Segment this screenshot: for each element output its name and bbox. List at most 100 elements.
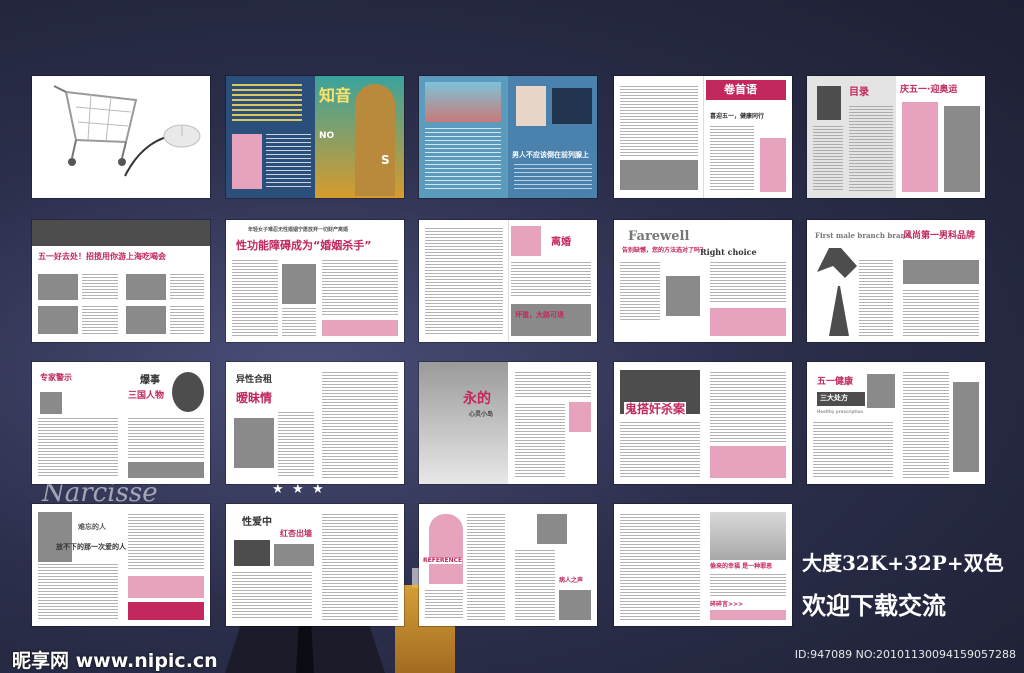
soul-island-subtitle: 心灵小岛 — [469, 411, 494, 418]
section-tab: 卷首语 — [724, 83, 757, 96]
shared-rent-title: 异性合租 — [236, 375, 273, 385]
text-block — [425, 228, 503, 336]
text-block — [710, 574, 786, 598]
photo-block — [903, 260, 979, 284]
page-right: 知音 NO S — [315, 76, 404, 198]
thumb-marriage-killer[interactable]: 年轻女子难忍无性婚姻宁愿放弃一切财产离婚 性功能障碍成为“婚姻杀手” — [226, 220, 404, 342]
contents-title: 目录 — [849, 87, 869, 98]
building-photo — [425, 82, 501, 122]
woman-photo — [760, 138, 786, 192]
photo-strip — [128, 462, 204, 478]
thumb-farewell[interactable]: Farewell 告别缺憾，您的方法选对了吗？ Right choice — [614, 220, 792, 342]
pink-banner — [128, 576, 204, 598]
text-block — [710, 372, 786, 442]
photo-block — [126, 306, 166, 334]
reference-title: REFERENCE — [423, 557, 463, 564]
pink-banner — [128, 602, 204, 620]
site-logo: 昵享网 www.nipic.cn — [12, 650, 218, 672]
magazine-side-letter: S — [381, 153, 390, 167]
couple-photo — [234, 418, 274, 468]
thumb-stolen-happiness[interactable]: 偷来的幸福 是一种罪恶 碎碎言>>> — [614, 504, 792, 626]
sea-photo — [511, 304, 591, 336]
thumb-contents[interactable]: 目录 庆五一·迎奥运 — [807, 76, 985, 198]
woman-photo — [38, 512, 72, 562]
magazine-issue: NO — [319, 131, 335, 141]
page-right: 庆五一·迎奥运 — [896, 76, 985, 198]
download-caption: 欢迎下载交流 — [802, 591, 946, 620]
thumb-cover-magazine[interactable]: 知音 NO S — [226, 76, 404, 198]
cloud-photo — [419, 362, 508, 484]
text-block — [232, 572, 312, 620]
text-block — [849, 106, 893, 192]
thumb-divorce[interactable]: 离婚 坏蛋，大路可退 — [419, 220, 597, 342]
text-block — [170, 306, 204, 334]
text-block — [903, 372, 949, 478]
three-kingdoms-title: 三国人物 — [128, 391, 165, 401]
text-block — [903, 290, 979, 336]
text-block — [278, 412, 314, 478]
scandal-tag: 爆事 — [140, 375, 160, 386]
article-kicker: 年轻女子难忍无性婚姻宁愿放弃一切财产离婚 — [248, 227, 349, 233]
thumb-preface[interactable]: 卷首语 喜迎五一，健康同行 — [614, 76, 792, 198]
contents-headline: 庆五一·迎奥运 — [900, 85, 958, 95]
ambiguous-love-title: 暧昧情 — [236, 391, 273, 405]
ghost-case-title: 鬼搭奸杀案 — [624, 402, 687, 416]
unforgettable-subtitle: 放不下的那一次爱的人 — [56, 543, 126, 551]
text-block — [322, 260, 398, 316]
text-block — [322, 372, 398, 478]
thumb-cover-cart[interactable] — [32, 76, 210, 198]
thumb-three-kingdoms[interactable]: 专家警示 爆事 三国人物 — [32, 362, 210, 484]
thumb-prostate-article[interactable]: 男人不应该倒在前列腺上 — [419, 76, 597, 198]
thumb-eternal[interactable]: 永的 心灵小岛 — [419, 362, 597, 484]
computer-mouse-icon — [124, 124, 201, 177]
expert-photo — [40, 392, 62, 414]
prescription-subtitle: 三大处方 — [820, 394, 848, 402]
text-block — [38, 418, 118, 478]
thumb-shanghai[interactable]: 五一好去处！招揽用你游上海吃喝会 — [32, 220, 210, 342]
runner-photo — [944, 106, 980, 192]
model-photo — [355, 84, 395, 196]
magazine-title: 知音 — [319, 86, 352, 105]
thumb-unforgettable[interactable]: 难忘的人 放不下的那一次爱的人 — [32, 504, 210, 626]
health-title: 五一健康 — [817, 377, 854, 387]
thumb-shared-rent[interactable]: 异性合租 暧昧情 — [226, 362, 404, 484]
text-block — [710, 126, 754, 192]
icon-grid — [552, 88, 592, 124]
text-block — [620, 514, 700, 620]
chatter-label: 碎碎言>>> — [710, 601, 744, 608]
unforgettable-title: 难忘的人 — [78, 523, 106, 531]
thumb-affair[interactable]: 性爱中 红杏出墙 — [226, 504, 404, 626]
thumb-first-brand[interactable]: First male branch brand 风尚第一男科品牌 — [807, 220, 985, 342]
stolen-happiness-title: 偷来的幸福 是一种罪恶 — [710, 563, 773, 570]
man-photo — [516, 86, 546, 126]
text-block — [515, 404, 565, 478]
text-block — [82, 306, 118, 334]
text-block — [170, 274, 204, 300]
prescription-english: Healthy prescription — [817, 409, 864, 414]
cover-stack — [902, 102, 938, 192]
star-icon: ★ — [292, 482, 304, 497]
shanghai-headline: 五一好去处！招揽用你游上海吃喝会 — [38, 252, 166, 261]
photo-block — [38, 274, 78, 300]
thumb-health-prescription[interactable]: 五一健康 三大处方 Healthy prescription — [807, 362, 985, 484]
divorce-headline: 离婚 — [551, 237, 571, 248]
photo-block — [559, 590, 591, 620]
text-block — [38, 564, 118, 620]
jumping-man-photo — [817, 248, 857, 278]
airplane-photo — [620, 160, 698, 190]
thumb-reference[interactable]: REFERENCE 病人之声 — [419, 504, 597, 626]
text-block — [425, 590, 463, 620]
expert-headline: 专家警示 — [40, 373, 72, 382]
photo-block — [537, 514, 567, 544]
thumb-ghost-case[interactable]: 鬼搭奸杀案 — [614, 362, 792, 484]
article-headline: 性功能障碍成为“婚姻杀手” — [236, 239, 372, 252]
text-block — [515, 550, 555, 620]
affair-subtitle: 红杏出墙 — [280, 529, 312, 538]
text-block — [82, 274, 118, 300]
doctor-photo — [282, 264, 316, 304]
text-block — [282, 308, 316, 336]
ad-strip — [322, 320, 398, 336]
preface-headline: 喜迎五一，健康同行 — [710, 113, 765, 120]
eternal-title: 永的 — [463, 391, 491, 407]
photo-block — [274, 544, 314, 566]
